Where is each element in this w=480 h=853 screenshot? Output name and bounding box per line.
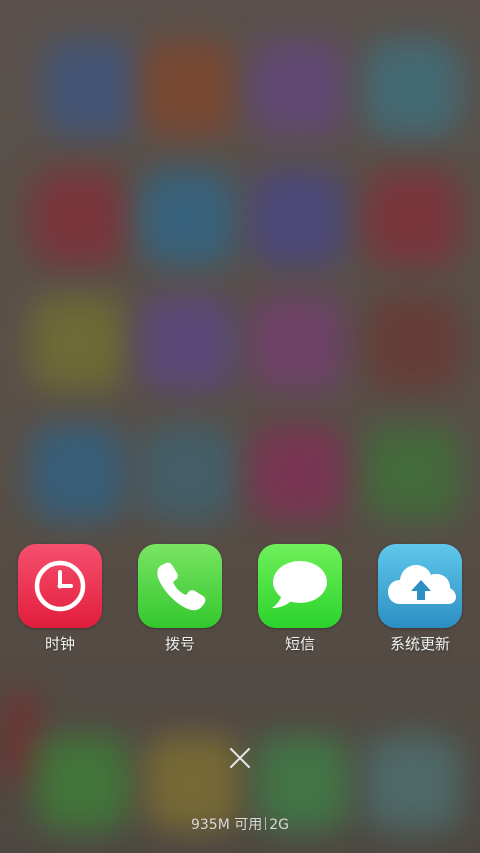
recent-app-label: 拨号 (164, 635, 195, 653)
memory-divider (265, 817, 267, 830)
clock-app-tile[interactable] (18, 544, 102, 628)
close-all-button[interactable] (220, 738, 260, 778)
clock-icon (34, 560, 86, 612)
memory-available: 935M 可用 (190, 817, 263, 833)
memory-status: 935M 可用 2G (0, 815, 480, 835)
memory-total: 2G (269, 817, 290, 833)
recent-app-system-update[interactable]: 系统更新 (370, 544, 470, 654)
dialer-app-tile[interactable] (138, 544, 222, 628)
recent-app-clock[interactable]: 时钟 (10, 544, 110, 654)
messages-app-tile[interactable] (258, 544, 342, 628)
recent-app-messages[interactable]: 短信 (250, 544, 350, 654)
phone-icon (157, 562, 206, 611)
close-icon (230, 748, 250, 768)
system-update-app-tile[interactable] (378, 544, 462, 628)
cloud-upload-icon (388, 565, 456, 604)
blurred-home-screen-background (0, 0, 480, 853)
recent-app-label: 时钟 (44, 635, 75, 653)
backdrop-dim-layer (0, 0, 480, 853)
message-bubble-icon (272, 561, 327, 608)
recent-app-dialer[interactable]: 拨号 (130, 544, 230, 654)
recent-app-label: 系统更新 (389, 635, 450, 653)
recent-app-label: 短信 (284, 635, 315, 653)
